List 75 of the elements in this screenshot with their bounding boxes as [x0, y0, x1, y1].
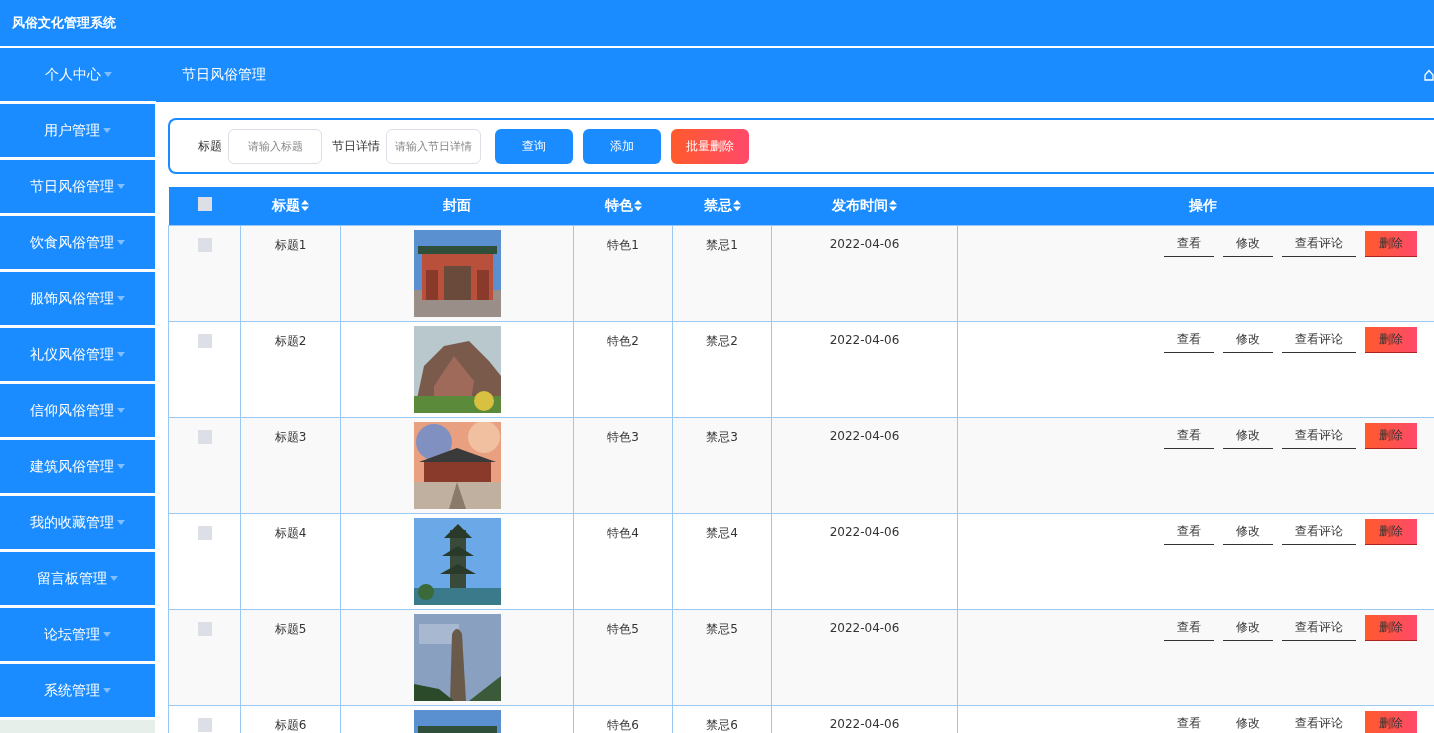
action-link[interactable]: 查看评论: [1282, 518, 1356, 545]
sidebar-item[interactable]: 留言板管理: [0, 552, 155, 605]
table-cell-text: 2022-04-06: [828, 716, 901, 731]
action-link[interactable]: 查看: [1164, 518, 1214, 545]
input-field[interactable]: 请输入节日详情: [386, 128, 481, 164]
sidebar-item[interactable]: 系统管理: [0, 664, 155, 717]
action-link[interactable]: 查看评论: [1282, 230, 1356, 257]
add-button[interactable]: 添加: [583, 128, 661, 164]
action-link[interactable]: 修改: [1223, 422, 1273, 449]
column-header[interactable]: 禁忌: [703, 196, 732, 215]
delete-button[interactable]: 删除: [1365, 230, 1417, 257]
table-cell-text: 禁忌1: [705, 236, 739, 254]
action-link[interactable]: 查看: [1164, 422, 1214, 449]
query-button[interactable]: 查询: [495, 128, 573, 164]
delete-button[interactable]: 删除: [1365, 326, 1417, 353]
breadcrumb: 节日风俗管理: [182, 66, 266, 84]
sidebar-item[interactable]: 用户管理: [0, 104, 155, 157]
input-field[interactable]: 请输入标题: [228, 128, 322, 164]
column-header[interactable]: 特色: [604, 196, 633, 215]
sidebar-item[interactable]: 饮食风俗管理: [0, 216, 155, 269]
field-label: 节日详情: [332, 137, 380, 155]
table-cell-text: 标题2: [273, 332, 308, 350]
column-header[interactable]: 标题: [272, 196, 300, 215]
table-cell-text: 特色6: [606, 716, 640, 733]
batch-delete-button[interactable]: 批量删除: [671, 128, 749, 164]
action-link[interactable]: 查看评论: [1282, 326, 1356, 353]
field-label: 标题: [198, 137, 222, 155]
table-cell-text: 禁忌2: [705, 332, 739, 350]
table-cell-text: 禁忌3: [705, 428, 739, 446]
column-header: 操作: [1188, 196, 1217, 215]
table-cell-text: 禁忌4: [705, 524, 739, 542]
action-link[interactable]: 查看评论: [1282, 614, 1356, 641]
sidebar-item[interactable]: 信仰风俗管理: [0, 384, 155, 437]
action-link[interactable]: 查看: [1164, 614, 1214, 641]
sidebar-item[interactable]: 论坛管理: [0, 608, 155, 661]
table-cell-text: 2022-04-06: [828, 428, 901, 443]
action-link[interactable]: 修改: [1223, 710, 1273, 733]
table-cell-text: 标题5: [273, 620, 308, 638]
action-link[interactable]: 查看: [1164, 230, 1214, 257]
table-cell-text: 标题4: [273, 524, 308, 542]
action-link[interactable]: 查看: [1164, 326, 1214, 353]
column-header: 封面: [443, 196, 471, 215]
table-cell-text: 标题1: [273, 236, 308, 254]
delete-button[interactable]: 删除: [1365, 518, 1417, 545]
sidebar-item[interactable]: 我的收藏管理: [0, 496, 155, 549]
sidebar-item[interactable]: 个人中心: [0, 48, 156, 101]
action-link[interactable]: 查看: [1164, 710, 1214, 733]
sidebar-item[interactable]: 礼仪风俗管理: [0, 328, 155, 381]
table-cell-text: 2022-04-06: [828, 524, 901, 539]
table-cell-text: 禁忌6: [705, 716, 739, 733]
delete-button[interactable]: 删除: [1365, 710, 1417, 733]
table-cell-text: 标题6: [273, 716, 308, 733]
table-cell-text: 特色1: [606, 236, 640, 254]
table-cell-text: 2022-04-06: [828, 236, 901, 251]
table-cell-text: 特色4: [606, 524, 640, 542]
app-title: 风俗文化管理系统: [12, 14, 116, 32]
column-header[interactable]: 发布时间: [832, 196, 888, 215]
action-link[interactable]: 修改: [1223, 518, 1273, 545]
delete-button[interactable]: 删除: [1365, 422, 1417, 449]
action-link[interactable]: 查看评论: [1282, 422, 1356, 449]
table-cell-text: 特色3: [606, 428, 640, 446]
sidebar-item[interactable]: 服饰风俗管理: [0, 272, 155, 325]
table-cell-text: 2022-04-06: [828, 332, 901, 347]
delete-button[interactable]: 删除: [1365, 614, 1417, 641]
action-link[interactable]: 查看评论: [1282, 710, 1356, 733]
table-cell-text: 标题3: [273, 428, 308, 446]
table-cell-text: 2022-04-06: [828, 620, 901, 635]
sidebar-item[interactable]: 节日风俗管理: [0, 160, 155, 213]
action-link[interactable]: 修改: [1223, 326, 1273, 353]
table-cell-text: 特色5: [606, 620, 640, 638]
action-link[interactable]: 修改: [1223, 614, 1273, 641]
sidebar-item[interactable]: 建筑风俗管理: [0, 440, 155, 493]
action-link[interactable]: 修改: [1223, 230, 1273, 257]
table-cell-text: 禁忌5: [705, 620, 739, 638]
table-cell-text: 特色2: [606, 332, 640, 350]
